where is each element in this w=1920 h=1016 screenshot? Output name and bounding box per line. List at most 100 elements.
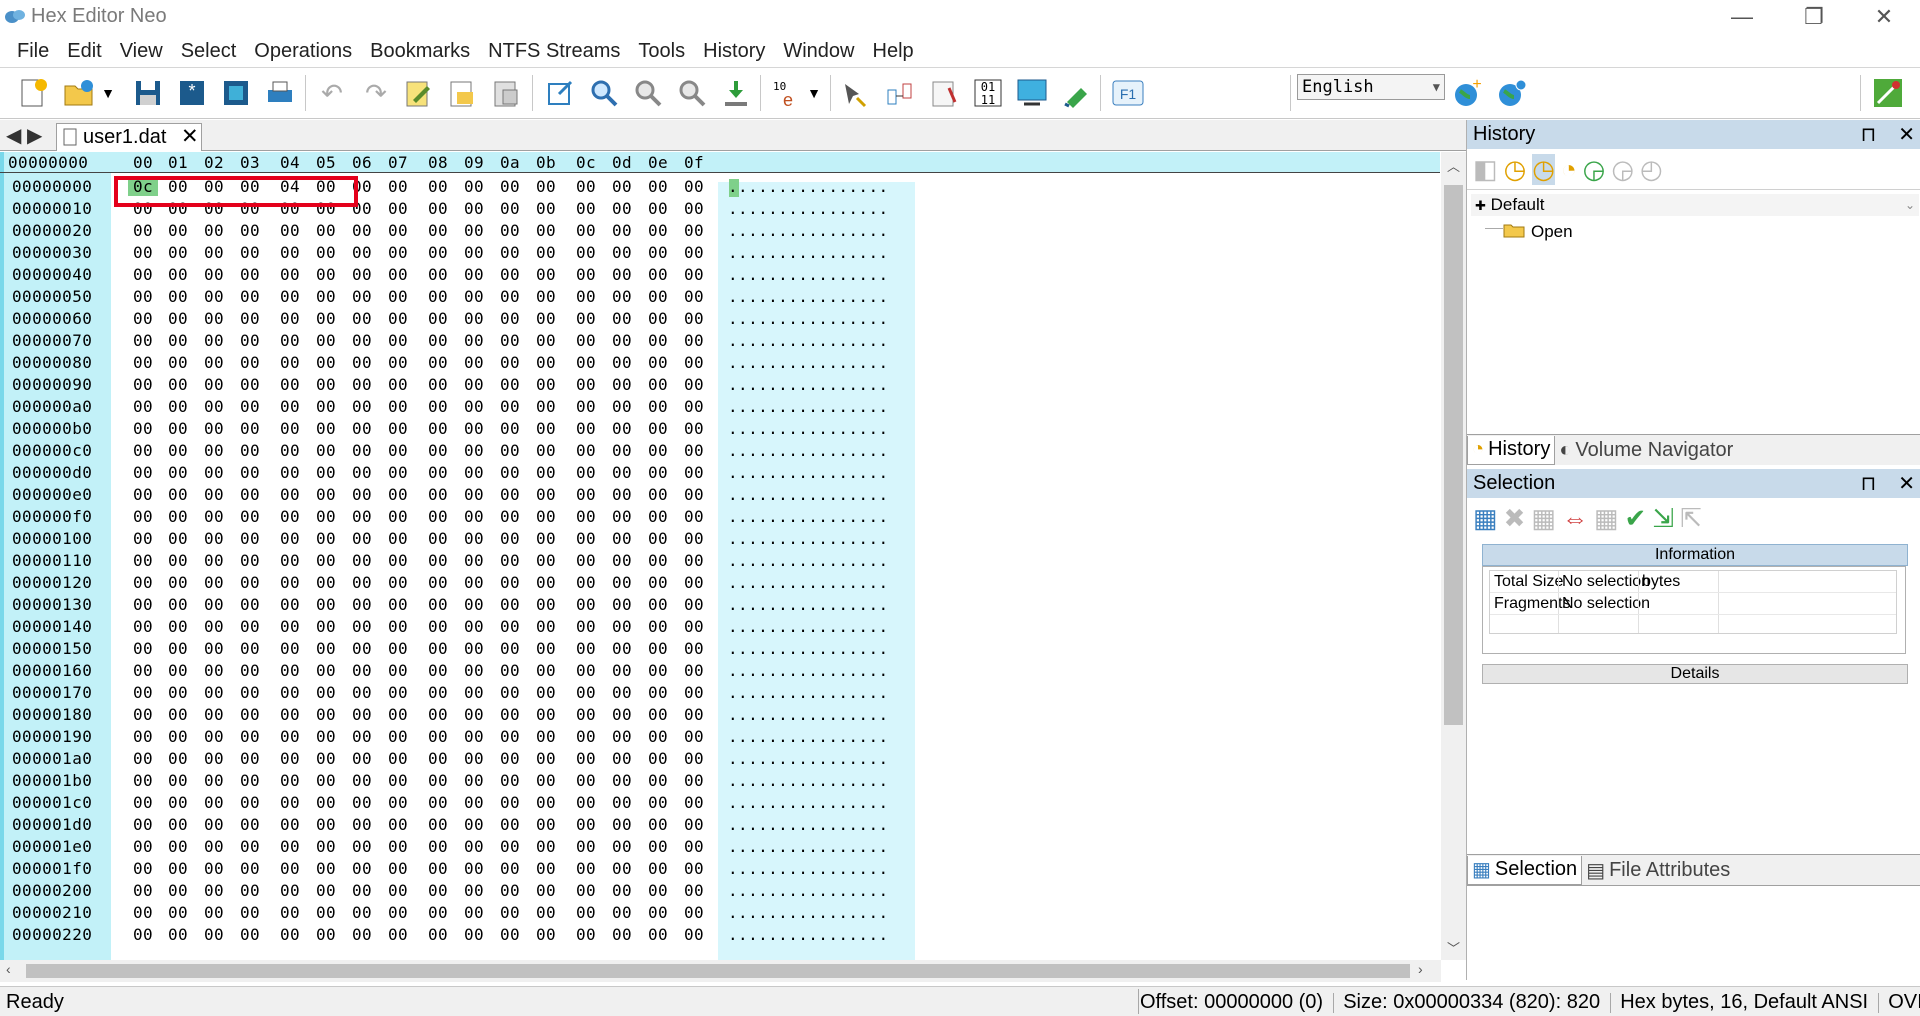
hex-byte[interactable]: 00 — [235, 485, 265, 504]
select-all-icon[interactable]: ▦ — [1473, 503, 1498, 534]
hex-byte[interactable]: 00 — [531, 683, 561, 702]
hex-byte[interactable]: 00 — [531, 705, 561, 724]
hex-byte[interactable]: 00 — [531, 529, 561, 548]
hex-byte[interactable]: 00 — [643, 375, 673, 394]
copy-to-icon[interactable] — [444, 75, 480, 111]
hex-byte[interactable]: 00 — [275, 595, 305, 614]
hex-byte[interactable]: 00 — [199, 749, 229, 768]
hex-byte[interactable]: 00 — [347, 793, 377, 812]
hex-byte[interactable]: 00 — [128, 221, 158, 240]
hex-byte[interactable]: 00 — [643, 463, 673, 482]
details-header[interactable]: Details — [1482, 664, 1908, 684]
hex-byte[interactable]: 00 — [531, 331, 561, 350]
hex-byte[interactable]: 00 — [163, 771, 193, 790]
hex-byte[interactable]: 00 — [495, 287, 525, 306]
export-icon[interactable] — [542, 75, 578, 111]
hex-byte[interactable]: 00 — [235, 551, 265, 570]
hex-byte[interactable]: 00 — [571, 639, 601, 658]
hex-byte[interactable]: 00 — [571, 837, 601, 856]
hex-byte[interactable]: 00 — [423, 177, 453, 196]
ascii-text[interactable]: ................ — [728, 243, 889, 262]
hex-byte[interactable]: 00 — [199, 925, 229, 944]
hex-byte[interactable]: 00 — [163, 683, 193, 702]
hex-byte[interactable]: 00 — [383, 507, 413, 526]
ascii-text[interactable]: ................ — [728, 485, 889, 504]
hex-byte[interactable]: 00 — [531, 199, 561, 218]
print-icon[interactable] — [262, 75, 298, 111]
save-as-icon[interactable] — [218, 75, 254, 111]
hex-byte[interactable]: 00 — [459, 683, 489, 702]
hex-byte[interactable]: 00 — [607, 771, 637, 790]
hex-byte[interactable]: 00 — [128, 661, 158, 680]
hex-byte[interactable]: 00 — [275, 265, 305, 284]
hex-byte[interactable]: 00 — [163, 463, 193, 482]
hex-byte[interactable]: 00 — [679, 661, 709, 680]
hex-byte[interactable]: 00 — [383, 397, 413, 416]
hex-byte[interactable]: 00 — [128, 463, 158, 482]
hex-byte[interactable]: 00 — [275, 221, 305, 240]
hex-byte[interactable]: 00 — [347, 441, 377, 460]
hex-byte[interactable]: 00 — [459, 573, 489, 592]
hex-byte[interactable]: 00 — [423, 617, 453, 636]
hex-byte[interactable]: 00 — [571, 661, 601, 680]
hex-byte[interactable]: 00 — [607, 441, 637, 460]
close-window-button[interactable]: ✕ — [1854, 0, 1914, 34]
hex-byte[interactable]: 00 — [607, 375, 637, 394]
ascii-text[interactable]: ................ — [728, 441, 889, 460]
hex-byte[interactable]: 00 — [423, 793, 453, 812]
hex-byte[interactable]: 00 — [163, 925, 193, 944]
hex-byte[interactable]: 00 — [495, 221, 525, 240]
ascii-text[interactable]: ................ — [728, 221, 889, 240]
hex-byte[interactable]: 00 — [643, 529, 673, 548]
hex-byte[interactable]: 00 — [607, 573, 637, 592]
ascii-text[interactable]: ................ — [728, 397, 889, 416]
hex-byte[interactable]: 00 — [199, 397, 229, 416]
open-dropdown-icon[interactable]: ▼ — [98, 75, 118, 111]
hex-byte[interactable]: 00 — [163, 419, 193, 438]
hex-byte[interactable]: 00 — [643, 837, 673, 856]
hex-byte[interactable]: 00 — [679, 793, 709, 812]
hex-byte[interactable]: 00 — [531, 573, 561, 592]
hex-byte[interactable]: 00 — [347, 925, 377, 944]
hex-byte[interactable]: 00 — [423, 485, 453, 504]
hex-byte[interactable]: 00 — [423, 441, 453, 460]
history-back-icon[interactable]: ◧ — [1473, 154, 1498, 185]
hex-byte[interactable]: 00 — [643, 617, 673, 636]
hex-byte[interactable]: 00 — [679, 903, 709, 922]
ascii-text[interactable]: ................ — [728, 573, 889, 592]
hex-byte[interactable]: 00 — [679, 507, 709, 526]
hex-byte[interactable]: 00 — [275, 661, 305, 680]
hex-byte[interactable]: 00 — [643, 881, 673, 900]
hex-byte[interactable]: 00 — [311, 551, 341, 570]
hex-byte[interactable]: 00 — [531, 309, 561, 328]
ascii-text[interactable]: ................ — [728, 177, 889, 196]
hex-byte[interactable]: 00 — [423, 749, 453, 768]
hex-byte[interactable]: 00 — [607, 287, 637, 306]
hex-byte[interactable]: 00 — [531, 551, 561, 570]
hex-byte[interactable]: 00 — [383, 221, 413, 240]
ascii-text[interactable]: ................ — [728, 639, 889, 658]
hex-byte[interactable]: 00 — [311, 617, 341, 636]
hex-byte[interactable]: 00 — [199, 815, 229, 834]
hex-byte[interactable]: 00 — [459, 705, 489, 724]
hex-byte[interactable]: 00 — [643, 485, 673, 504]
hex-byte[interactable]: 00 — [128, 837, 158, 856]
hex-byte[interactable]: 00 — [128, 331, 158, 350]
hex-byte[interactable]: 00 — [163, 331, 193, 350]
hex-byte[interactable]: 00 — [383, 309, 413, 328]
hex-byte[interactable]: 00 — [607, 309, 637, 328]
hex-byte[interactable]: 00 — [679, 683, 709, 702]
hex-byte[interactable]: 00 — [235, 573, 265, 592]
hex-byte[interactable]: 00 — [383, 485, 413, 504]
hex-byte[interactable]: 00 — [383, 551, 413, 570]
hex-byte[interactable]: 00 — [607, 859, 637, 878]
hex-byte[interactable]: 00 — [275, 287, 305, 306]
hex-byte[interactable]: 00 — [163, 397, 193, 416]
menu-ntfs-streams[interactable]: NTFS Streams — [479, 40, 629, 63]
hex-byte[interactable]: 00 — [531, 265, 561, 284]
hex-byte[interactable]: 00 — [679, 309, 709, 328]
hex-byte[interactable]: 00 — [311, 507, 341, 526]
hex-byte[interactable]: 00 — [163, 441, 193, 460]
hex-byte[interactable]: 00 — [275, 507, 305, 526]
hex-byte[interactable]: 00 — [128, 683, 158, 702]
